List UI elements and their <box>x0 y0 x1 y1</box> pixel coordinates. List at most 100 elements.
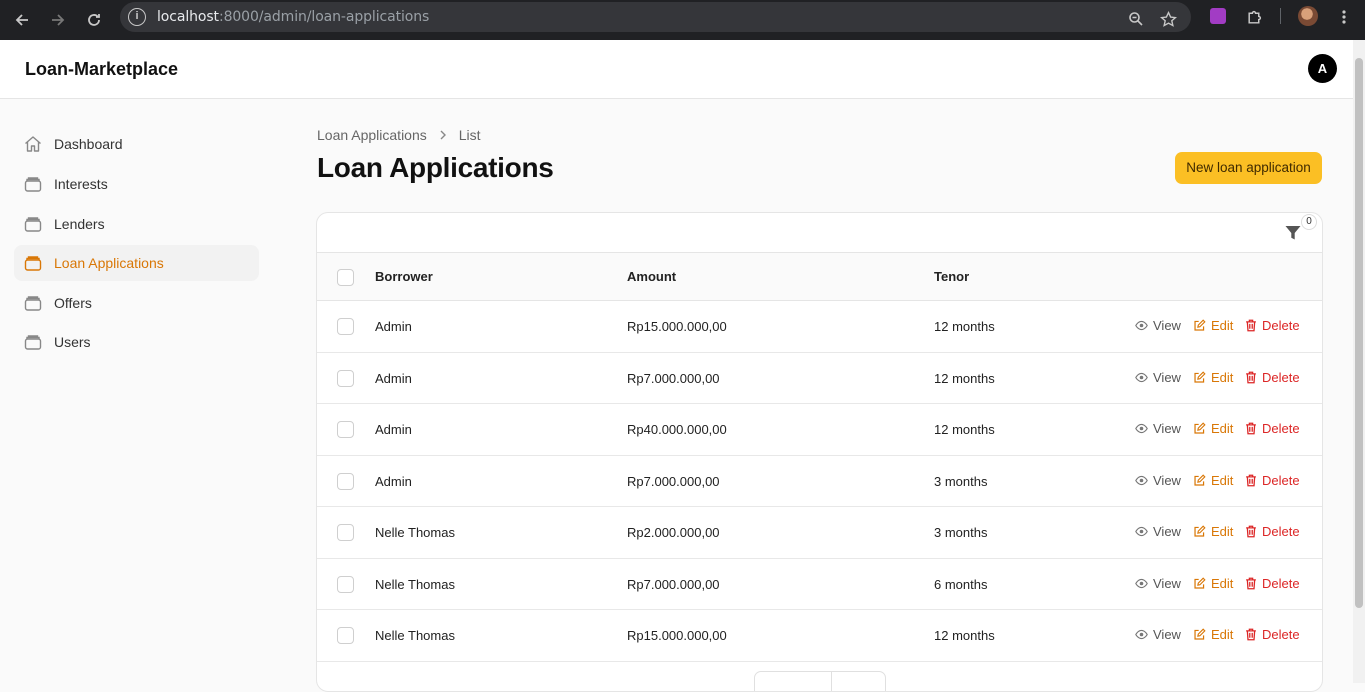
sidebar-item-label: Offers <box>54 295 92 311</box>
edit-button[interactable]: Edit <box>1193 370 1233 385</box>
delete-button[interactable]: Delete <box>1245 627 1300 642</box>
loan-applications-table: 0 Borrower Amount Tenor Admin Rp15.000.00… <box>316 212 1323 692</box>
table-row[interactable]: Nelle Thomas Rp7.000.000,00 6 months View Ed… <box>317 558 1322 610</box>
chevron-right-icon <box>439 127 447 143</box>
column-header-tenor[interactable]: Tenor <box>934 269 969 284</box>
sidebar-item-label: Interests <box>54 176 108 192</box>
sidebar-item-label: Users <box>54 334 91 350</box>
borrower-cell: Nelle Thomas <box>375 628 455 643</box>
view-label: View <box>1153 318 1181 333</box>
edit-button[interactable]: Edit <box>1193 576 1233 591</box>
edit-icon <box>1193 525 1206 538</box>
delete-label: Delete <box>1262 627 1300 642</box>
tenor-cell: 12 months <box>934 370 995 386</box>
delete-button[interactable]: Delete <box>1245 524 1300 539</box>
sidebar-item-offers[interactable]: Offers <box>14 285 259 321</box>
view-button[interactable]: View <box>1135 473 1181 488</box>
select-all-checkbox[interactable] <box>337 269 354 286</box>
edit-label: Edit <box>1211 421 1234 436</box>
row-checkbox[interactable] <box>337 524 354 541</box>
view-button[interactable]: View <box>1135 524 1181 539</box>
bookmark-star-icon[interactable] <box>1156 8 1180 30</box>
delete-label: Delete <box>1262 472 1300 488</box>
view-button[interactable]: View <box>1135 370 1181 385</box>
eye-icon <box>1135 474 1148 487</box>
edit-button[interactable]: Edit <box>1193 421 1233 436</box>
eye-icon <box>1135 525 1148 538</box>
scrollbar[interactable] <box>1353 40 1365 683</box>
stack-icon <box>24 335 42 350</box>
profile-avatar[interactable] <box>1298 6 1318 26</box>
new-loan-application-button[interactable]: New loan application <box>1175 152 1322 184</box>
filter-icon[interactable] <box>1284 224 1302 242</box>
row-checkbox[interactable] <box>337 318 354 335</box>
scrollbar-thumb[interactable] <box>1355 58 1363 608</box>
sidebar-item-label: Lenders <box>54 216 105 232</box>
column-header-borrower[interactable]: Borrower <box>375 269 433 284</box>
trash-icon <box>1245 371 1257 384</box>
reload-icon[interactable] <box>80 6 108 34</box>
edit-button[interactable]: Edit <box>1193 473 1233 488</box>
column-header-amount[interactable]: Amount <box>627 269 676 284</box>
edit-label: Edit <box>1211 472 1234 488</box>
amount-cell: Rp7.000.000,00 <box>627 370 720 386</box>
kebab-menu-icon[interactable] <box>1332 6 1356 28</box>
address-bar[interactable]: i localhost:8000/admin/loan-applications <box>120 2 1191 32</box>
delete-button[interactable]: Delete <box>1245 576 1300 591</box>
view-button[interactable]: View <box>1135 318 1181 333</box>
sidebar-item-label: Dashboard <box>54 136 123 152</box>
breadcrumb-parent[interactable]: Loan Applications <box>317 127 427 143</box>
edit-icon <box>1193 628 1206 641</box>
sidebar-item-dashboard[interactable]: Dashboard <box>14 126 259 162</box>
edit-label: Edit <box>1211 575 1234 591</box>
breadcrumb: Loan Applications List <box>317 127 481 143</box>
extension-icon[interactable] <box>1210 8 1226 24</box>
row-checkbox[interactable] <box>337 575 354 593</box>
row-checkbox[interactable] <box>337 421 354 438</box>
borrower-cell: Admin <box>375 473 412 489</box>
table-toolbar: 0 <box>317 213 1322 253</box>
forward-icon[interactable] <box>44 6 72 34</box>
delete-button[interactable]: Delete <box>1245 421 1300 436</box>
sidebar-item-users[interactable]: Users <box>14 324 259 360</box>
view-button[interactable]: View <box>1135 576 1181 591</box>
zoom-icon[interactable] <box>1124 8 1148 30</box>
sidebar-item-interests[interactable]: Interests <box>14 166 259 202</box>
table-row[interactable]: Admin Rp15.000.000,00 12 months View Edit Del… <box>317 301 1322 353</box>
view-label: View <box>1153 421 1181 436</box>
extensions-puzzle-icon[interactable] <box>1242 6 1266 28</box>
eye-icon <box>1135 628 1148 641</box>
row-checkbox[interactable] <box>337 369 354 387</box>
edit-button[interactable]: Edit <box>1193 627 1233 642</box>
table-row[interactable]: Nelle Thomas Rp2.000.000,00 3 months View Ed… <box>317 507 1322 559</box>
view-button[interactable]: View <box>1135 627 1181 642</box>
back-icon[interactable] <box>8 6 36 34</box>
edit-icon <box>1193 422 1206 435</box>
home-icon <box>25 136 41 152</box>
delete-button[interactable]: Delete <box>1245 318 1300 333</box>
borrower-cell: Nelle Thomas <box>375 576 455 592</box>
delete-label: Delete <box>1262 318 1300 333</box>
user-avatar[interactable]: A <box>1308 54 1337 83</box>
site-info-icon[interactable]: i <box>128 8 146 26</box>
edit-button[interactable]: Edit <box>1193 524 1233 539</box>
table-row[interactable]: Nelle Thomas Rp15.000.000,00 12 months View… <box>317 610 1322 662</box>
table-row[interactable]: Admin Rp7.000.000,00 12 months View Edit Dele… <box>317 352 1322 404</box>
edit-label: Edit <box>1211 318 1234 333</box>
table-row[interactable]: Admin Rp7.000.000,00 3 months View Edit Delet… <box>317 455 1322 507</box>
delete-button[interactable]: Delete <box>1245 370 1300 385</box>
edit-button[interactable]: Edit <box>1193 318 1233 333</box>
row-checkbox[interactable] <box>337 627 354 644</box>
trash-icon <box>1245 525 1257 538</box>
view-button[interactable]: View <box>1135 421 1181 436</box>
brand-title[interactable]: Loan-Marketplace <box>25 59 178 80</box>
delete-button[interactable]: Delete <box>1245 473 1300 488</box>
sidebar-item-lenders[interactable]: Lenders <box>14 206 259 242</box>
pagination[interactable] <box>754 671 886 691</box>
eye-icon <box>1135 422 1148 435</box>
row-checkbox[interactable] <box>337 472 354 490</box>
stack-icon <box>24 217 42 232</box>
amount-cell: Rp7.000.000,00 <box>627 473 720 489</box>
table-row[interactable]: Admin Rp40.000.000,00 12 months View Edit Del… <box>317 404 1322 456</box>
sidebar-item-loan-applications[interactable]: Loan Applications <box>14 245 259 281</box>
